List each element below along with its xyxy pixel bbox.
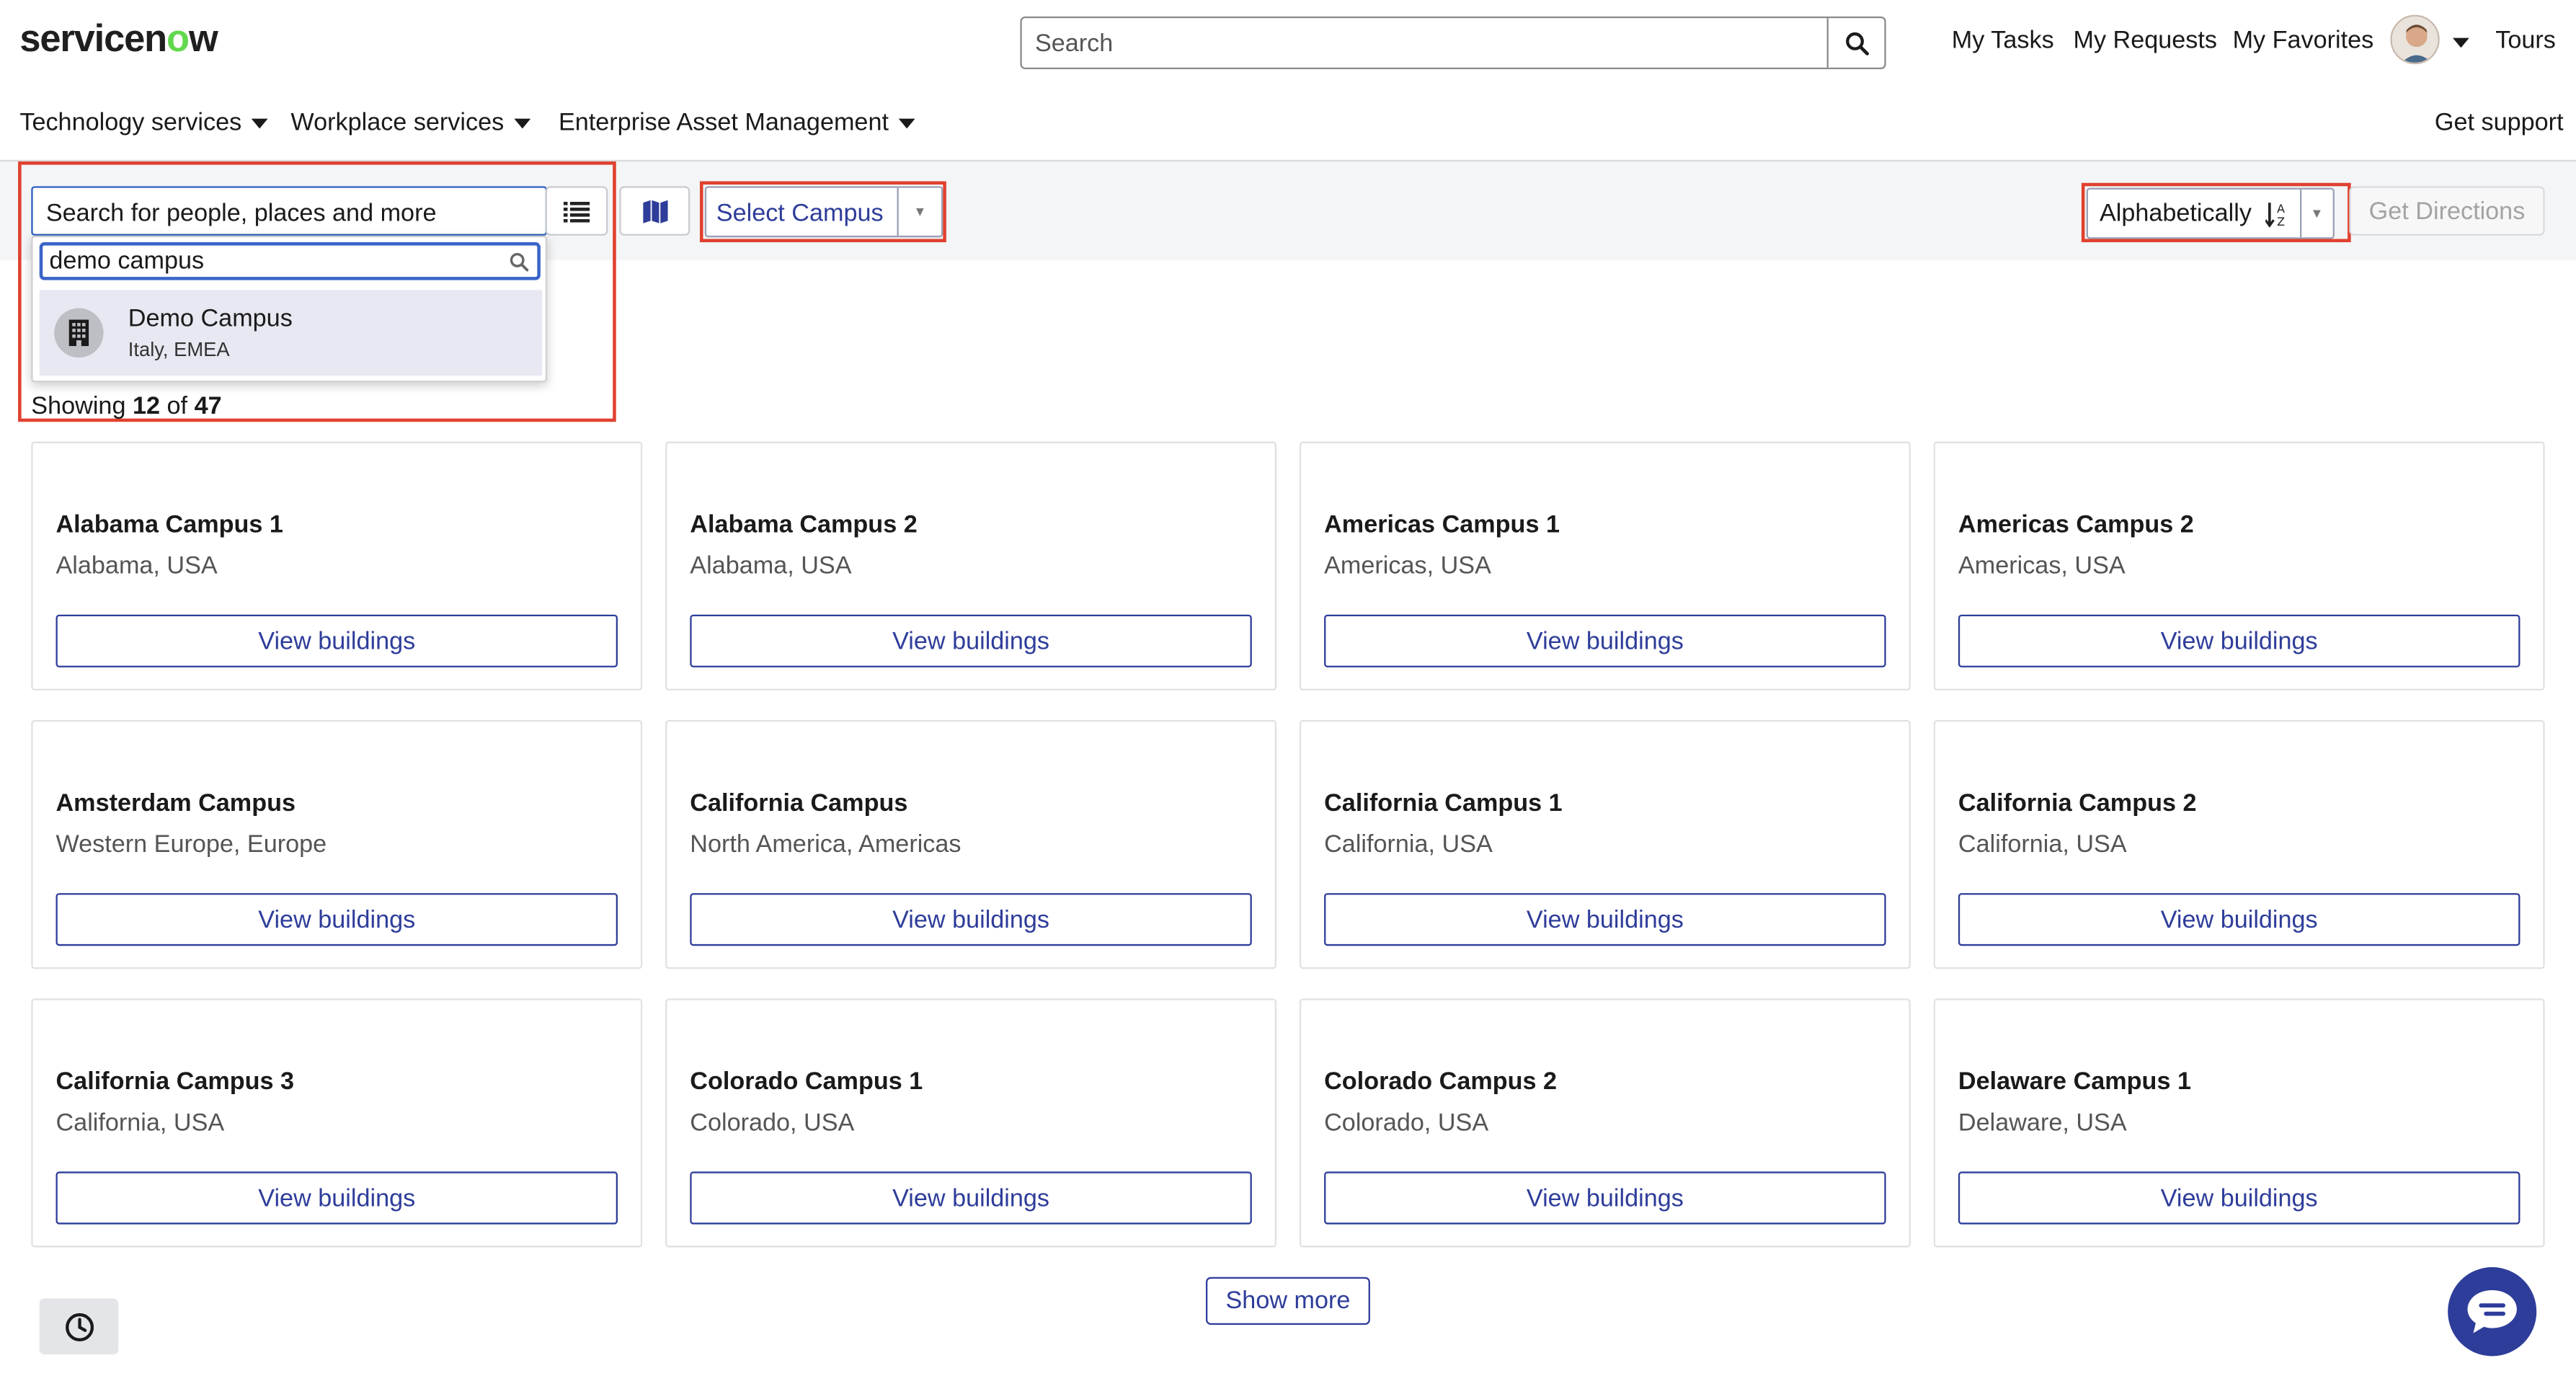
campus-card: California Campus 2 California, USA View b… xyxy=(1933,720,2545,969)
campus-name: Colorado Campus 1 xyxy=(690,1067,923,1096)
view-buildings-button[interactable]: View buildings xyxy=(1324,1171,1886,1225)
app-root: servicenow My Tasks My Requests My Favor… xyxy=(0,0,2576,1394)
campus-location: Alabama, USA xyxy=(690,551,852,580)
dropdown-search-field[interactable] xyxy=(39,242,541,280)
get-directions-button[interactable]: Get Directions xyxy=(2349,186,2545,236)
campus-card: Americas Campus 1 Americas, USA View build… xyxy=(1299,441,1911,691)
campus-grid: Alabama Campus 1 Alabama, USA View buildin… xyxy=(31,441,2545,1248)
nav-my-tasks[interactable]: My Tasks xyxy=(1952,27,2054,55)
campus-location: Colorado, USA xyxy=(1324,1109,1489,1137)
show-more-button[interactable]: Show more xyxy=(1206,1277,1370,1326)
campus-name: California Campus 2 xyxy=(1958,789,2197,817)
view-buildings-button[interactable]: View buildings xyxy=(55,893,618,946)
campus-card: Colorado Campus 2 Colorado, USA View build… xyxy=(1299,998,1911,1248)
campus-highlight-box xyxy=(699,181,946,243)
chat-icon xyxy=(2467,1290,2517,1333)
global-search xyxy=(1020,16,1886,70)
view-buildings-button[interactable]: View buildings xyxy=(1958,614,2521,667)
campus-name: Colorado Campus 2 xyxy=(1324,1067,1558,1096)
view-buildings-button[interactable]: View buildings xyxy=(1958,893,2521,946)
campus-location: Americas, USA xyxy=(1324,551,1491,580)
dropdown-result-item[interactable]: Demo Campus Italy, EMEA xyxy=(39,290,543,376)
campus-name: California Campus 3 xyxy=(55,1067,295,1096)
view-buildings-button[interactable]: View buildings xyxy=(55,1171,618,1225)
view-buildings-button[interactable]: View buildings xyxy=(690,1171,1252,1225)
campus-name: California Campus 1 xyxy=(1324,789,1563,817)
results-count: Showing 12 of 47 xyxy=(31,392,222,420)
campus-card: Delaware Campus 1 Delaware, USA View build… xyxy=(1933,998,2545,1248)
nav-tours[interactable]: Tours xyxy=(2495,27,2556,55)
view-buildings-button[interactable]: View buildings xyxy=(55,614,618,667)
result-location: Italy, EMEA xyxy=(128,337,230,361)
campus-card: Alabama Campus 2 Alabama, USA View buildin… xyxy=(665,441,1277,691)
campus-card: California Campus North America, Americas… xyxy=(665,720,1277,969)
global-search-input[interactable] xyxy=(1021,18,1827,68)
avatar-menu-chevron-down-icon[interactable] xyxy=(2452,37,2469,48)
chevron-down-icon xyxy=(513,118,530,129)
campus-location: Americas, USA xyxy=(1958,551,2126,580)
campus-card: California Campus 3 California, USA View b… xyxy=(31,998,643,1248)
campus-location: California, USA xyxy=(55,1109,225,1137)
menu-technology-services[interactable]: Technology services xyxy=(19,109,268,137)
campus-name: Alabama Campus 2 xyxy=(690,510,918,539)
sort-highlight-box xyxy=(2081,182,2351,243)
campus-location: Alabama, USA xyxy=(55,551,218,580)
campus-name: Americas Campus 2 xyxy=(1958,510,2194,539)
result-name: Demo Campus xyxy=(128,304,293,333)
view-buildings-button[interactable]: View buildings xyxy=(1958,1171,2521,1225)
campus-location: California, USA xyxy=(1958,830,2127,859)
campus-name: Amsterdam Campus xyxy=(55,789,296,817)
map-view-button[interactable] xyxy=(619,186,690,236)
campus-name: California Campus xyxy=(690,789,908,817)
campus-name: Alabama Campus 1 xyxy=(55,510,283,539)
view-buildings-button[interactable]: View buildings xyxy=(690,893,1252,946)
campus-location: North America, Americas xyxy=(690,830,961,859)
campus-card: Americas Campus 2 Americas, USA View build… xyxy=(1933,441,2545,691)
campus-name: Americas Campus 1 xyxy=(1324,510,1560,539)
building-icon xyxy=(54,308,104,358)
servicenow-logo[interactable]: servicenow xyxy=(19,17,218,61)
campus-card: Alabama Campus 1 Alabama, USA View buildin… xyxy=(31,441,643,691)
history-icon xyxy=(64,1312,93,1341)
view-buildings-button[interactable]: View buildings xyxy=(1324,614,1886,667)
dropdown-search-input[interactable] xyxy=(43,247,510,275)
menu-get-support[interactable]: Get support xyxy=(2435,109,2564,137)
chevron-down-icon xyxy=(251,118,268,129)
campus-card: Colorado Campus 1 Colorado, USA View build… xyxy=(665,998,1277,1248)
global-search-button[interactable] xyxy=(1826,18,1885,68)
chat-button[interactable] xyxy=(2448,1267,2537,1357)
view-buildings-button[interactable]: View buildings xyxy=(1324,893,1886,946)
campus-card: Amsterdam Campus Western Europe, Europe Vi… xyxy=(31,720,643,969)
nav-my-requests[interactable]: My Requests xyxy=(2073,27,2217,55)
avatar[interactable] xyxy=(2390,14,2440,65)
search-dropdown: Demo Campus Italy, EMEA xyxy=(31,235,548,383)
search-icon xyxy=(510,252,529,271)
history-button[interactable] xyxy=(39,1298,119,1355)
nav-my-favorites[interactable]: My Favorites xyxy=(2233,27,2374,55)
campus-location: Delaware, USA xyxy=(1958,1109,2127,1137)
menu-workplace-services[interactable]: Workplace services xyxy=(290,109,530,137)
search-icon xyxy=(1845,31,1868,55)
campus-location: Colorado, USA xyxy=(690,1109,855,1137)
user-avatar-icon xyxy=(2391,16,2438,63)
campus-name: Delaware Campus 1 xyxy=(1958,1067,2191,1096)
menu-enterprise-asset-management[interactable]: Enterprise Asset Management xyxy=(559,109,915,137)
map-view-icon xyxy=(642,199,667,223)
campus-location: Western Europe, Europe xyxy=(55,830,327,859)
campus-card: California Campus 1 California, USA View b… xyxy=(1299,720,1911,969)
chevron-down-icon xyxy=(898,118,915,129)
campus-location: California, USA xyxy=(1324,830,1493,859)
view-buildings-button[interactable]: View buildings xyxy=(690,614,1252,667)
